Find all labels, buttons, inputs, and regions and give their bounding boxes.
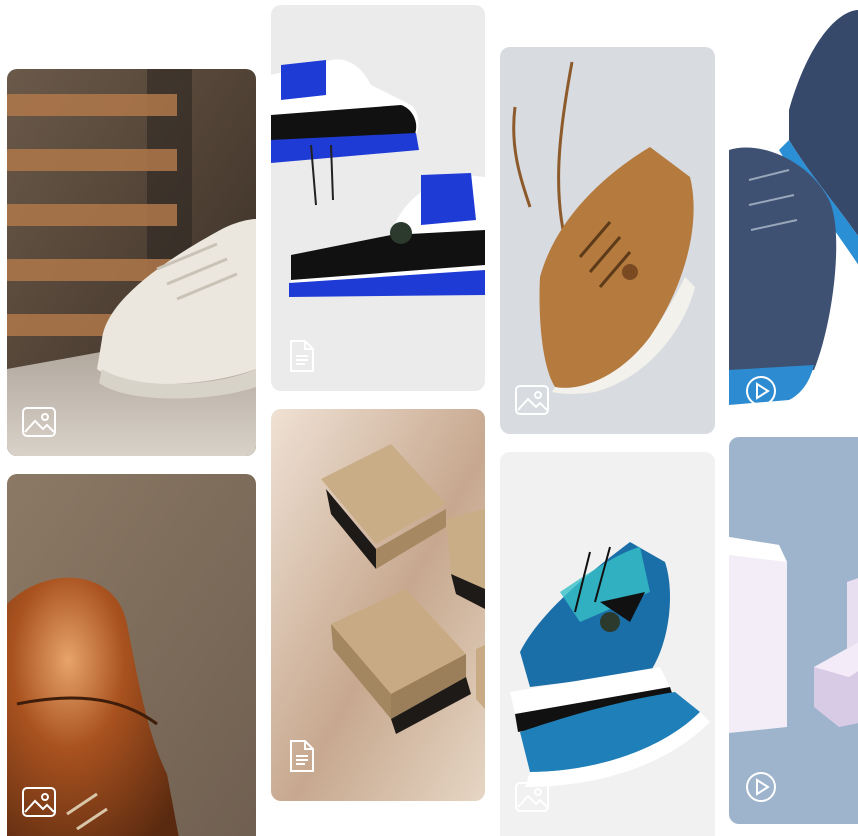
white-sneaker-photo [7,69,256,456]
media-card-brown-oxford[interactable] [7,474,256,836]
document-icon [283,339,319,373]
media-card-kraft-boxes[interactable] [271,409,485,801]
brown-oxford-photo [7,474,256,836]
image-icon [514,384,550,418]
play-icon [743,374,779,408]
image-icon [21,406,57,440]
media-card-lavender-boxes[interactable] [729,437,858,824]
media-card-blue-high-tops[interactable] [271,5,485,391]
blue-high-tops-photo [271,5,485,391]
play-icon [743,770,779,804]
image-icon [514,781,550,815]
navy-boots-photo [729,0,858,418]
media-card-white-sneaker[interactable] [7,69,256,456]
image-icon [21,786,57,820]
media-card-tie-dye-high-tops[interactable] [500,452,715,836]
document-icon [283,739,319,773]
media-gallery [0,0,858,836]
tie-dye-high-tops-photo [500,452,715,836]
lavender-boxes-photo [729,437,858,824]
media-card-navy-boots[interactable] [729,0,858,418]
media-card-tan-sneaker[interactable] [500,47,715,434]
tan-sneaker-photo [500,47,715,434]
